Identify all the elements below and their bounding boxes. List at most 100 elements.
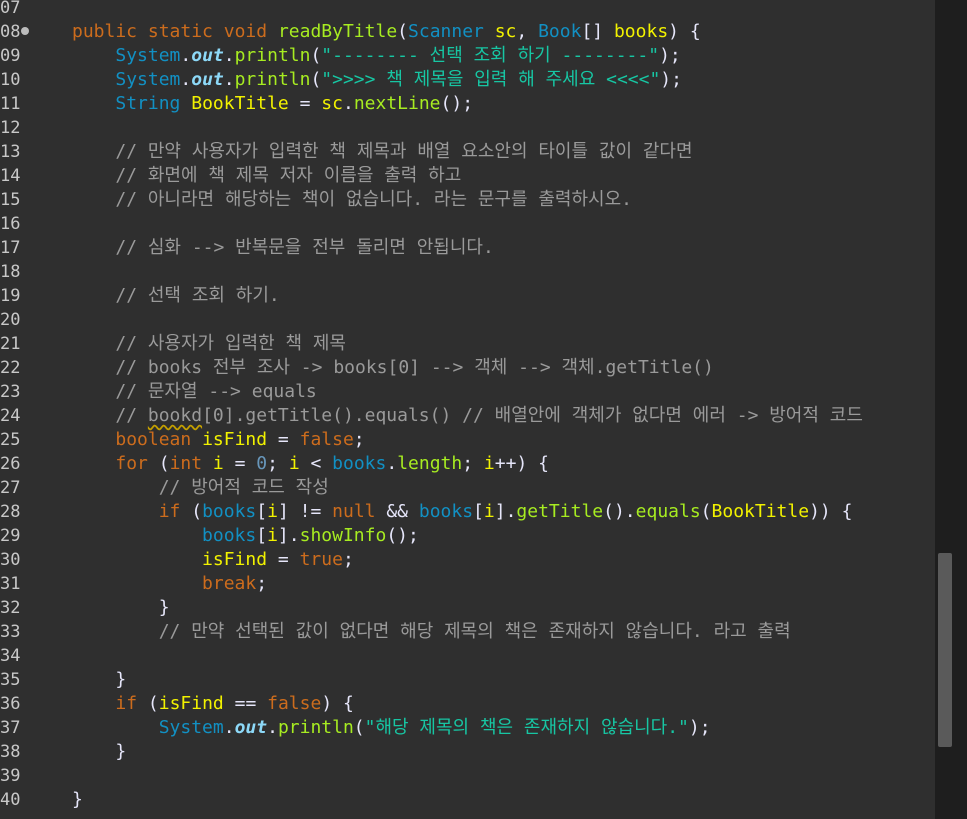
code-text: boolean isFind = false; <box>72 428 364 452</box>
code-line[interactable]: 18 <box>0 260 935 284</box>
code-line[interactable]: 09 System.out.println("-------- 선택 조회 하기… <box>0 44 935 68</box>
code-line[interactable]: 25 boolean isFind = false; <box>0 428 935 452</box>
code-text: if (isFind == false) { <box>72 692 353 716</box>
line-number: 34 <box>0 646 21 666</box>
code-token: System <box>158 717 224 738</box>
code-line[interactable]: 26 for (int i = 0; i < books.length; i++… <box>0 452 935 476</box>
code-token: bookd <box>147 405 203 426</box>
code-line[interactable]: 14 // 화면에 책 제목 저자 이름을 출력 하고 <box>0 164 935 188</box>
code-line[interactable]: 36 if (isFind == false) { <box>0 692 935 716</box>
code-line[interactable]: 20 <box>0 308 935 332</box>
code-token: . <box>180 69 192 90</box>
line-number: 13 <box>0 142 21 162</box>
code-token: sc <box>321 93 343 114</box>
code-token: break <box>202 573 257 594</box>
code-token: [0].getTitle().equals() // 배열안에 객체가 없다면 … <box>202 405 863 426</box>
code-line[interactable]: 08 public static void readByTitle(Scanner… <box>0 20 935 44</box>
code-line[interactable]: 21 // 사용자가 입력한 책 제목 <box>0 332 935 356</box>
code-token: . <box>267 717 278 738</box>
code-token: == <box>223 693 268 714</box>
code-line[interactable]: 27 // 방어적 코드 작성 <box>0 476 935 500</box>
code-line[interactable]: 22 // books 전부 조사 -> books[0] --> 객체 -->… <box>0 356 935 380</box>
code-token: println <box>277 717 354 738</box>
line-number: 39 <box>0 766 21 786</box>
code-token: ); <box>688 717 711 738</box>
code-token: ]. <box>494 501 517 522</box>
vertical-scrollbar[interactable] <box>935 0 967 819</box>
code-text: // 문자열 --> equals <box>72 380 317 404</box>
line-number: 07 <box>0 0 21 18</box>
code-token: ); <box>659 45 681 66</box>
code-line[interactable]: 38 } <box>0 740 935 764</box>
code-token: . <box>223 45 235 66</box>
code-line[interactable]: 15 // 아니라면 해당하는 책이 없습니다. 라는 문구를 출력하시오. <box>0 188 935 212</box>
code-token: if <box>115 693 138 714</box>
code-line[interactable]: 32 } <box>0 596 935 620</box>
code-line[interactable]: 31 break; <box>0 572 935 596</box>
code-line[interactable]: 33 // 만약 선택된 값이 없다면 해당 제목의 책은 존재하지 않습니다.… <box>0 620 935 644</box>
code-line[interactable]: 19 // 선택 조회 하기. <box>0 284 935 308</box>
code-token: . <box>223 717 235 738</box>
code-line[interactable]: 30 isFind = true; <box>0 548 935 572</box>
code-token: // <box>115 405 148 426</box>
code-line[interactable]: 37 System.out.println("해당 제목의 책은 존재하지 않습… <box>0 716 935 740</box>
code-line[interactable]: 35 } <box>0 668 935 692</box>
code-line[interactable]: 28 if (books[i] != null && books[i].getT… <box>0 500 935 524</box>
code-token: // 문자열 --> equals <box>115 381 317 402</box>
code-token: Scanner <box>408 21 484 42</box>
code-token: . <box>223 69 235 90</box>
scrollbar-thumb[interactable] <box>938 553 952 747</box>
code-line[interactable]: 34 <box>0 644 935 668</box>
code-line[interactable]: 29 books[i].showInfo(); <box>0 524 935 548</box>
code-line[interactable]: 13 // 만약 사용자가 입력한 책 제목과 배열 요소안의 타이틀 값이 같… <box>0 140 935 164</box>
code-line[interactable]: 39 <box>0 764 935 788</box>
code-text: // 사용자가 입력한 책 제목 <box>72 332 346 356</box>
code-text: // 만약 선택된 값이 없다면 해당 제목의 책은 존재하지 않습니다. 라고… <box>72 620 791 644</box>
fold-marker-icon[interactable] <box>21 27 29 35</box>
line-number: 19 <box>0 286 21 306</box>
code-token: length <box>397 453 463 474</box>
code-line[interactable]: 17 // 심화 --> 반복문을 전부 돌리면 안됩니다. <box>0 236 935 260</box>
code-token: books <box>202 525 257 546</box>
code-token: equals <box>635 501 701 522</box>
code-token: void <box>223 21 268 42</box>
code-editor[interactable]: 07 08 public static void readByTitle(Scann… <box>0 0 935 819</box>
code-line[interactable]: 10 System.out.println(">>>> 책 제목을 입력 해 주… <box>0 68 935 92</box>
code-token: (); <box>386 525 419 546</box>
code-line[interactable]: 07 <box>0 0 935 20</box>
code-token: ; <box>462 453 484 474</box>
code-line[interactable]: 11 String BookTitle = sc.nextLine(); <box>0 92 935 116</box>
code-token: ); <box>660 69 682 90</box>
code-token: ; <box>256 573 268 594</box>
code-line[interactable]: 12 <box>0 116 935 140</box>
code-line[interactable]: 16 <box>0 212 935 236</box>
code-text: } <box>72 788 83 812</box>
line-number: 32 <box>0 598 21 618</box>
code-line[interactable]: 40} <box>0 788 935 812</box>
code-token: ( <box>700 501 712 522</box>
code-token: } <box>72 789 83 810</box>
code-token: out <box>234 717 268 738</box>
code-text: String BookTitle = sc.nextLine(); <box>72 92 473 116</box>
code-line[interactable]: 23 // 문자열 --> equals <box>0 380 935 404</box>
line-number: 14 <box>0 166 21 186</box>
code-line[interactable]: 24 // bookd[0].getTitle().equals() // 배열… <box>0 404 935 428</box>
code-token: String <box>115 93 181 114</box>
code-token: ) { <box>668 21 701 42</box>
code-text: } <box>72 596 170 620</box>
code-text: System.out.println(">>>> 책 제목을 입력 해 주세요 … <box>72 68 682 92</box>
